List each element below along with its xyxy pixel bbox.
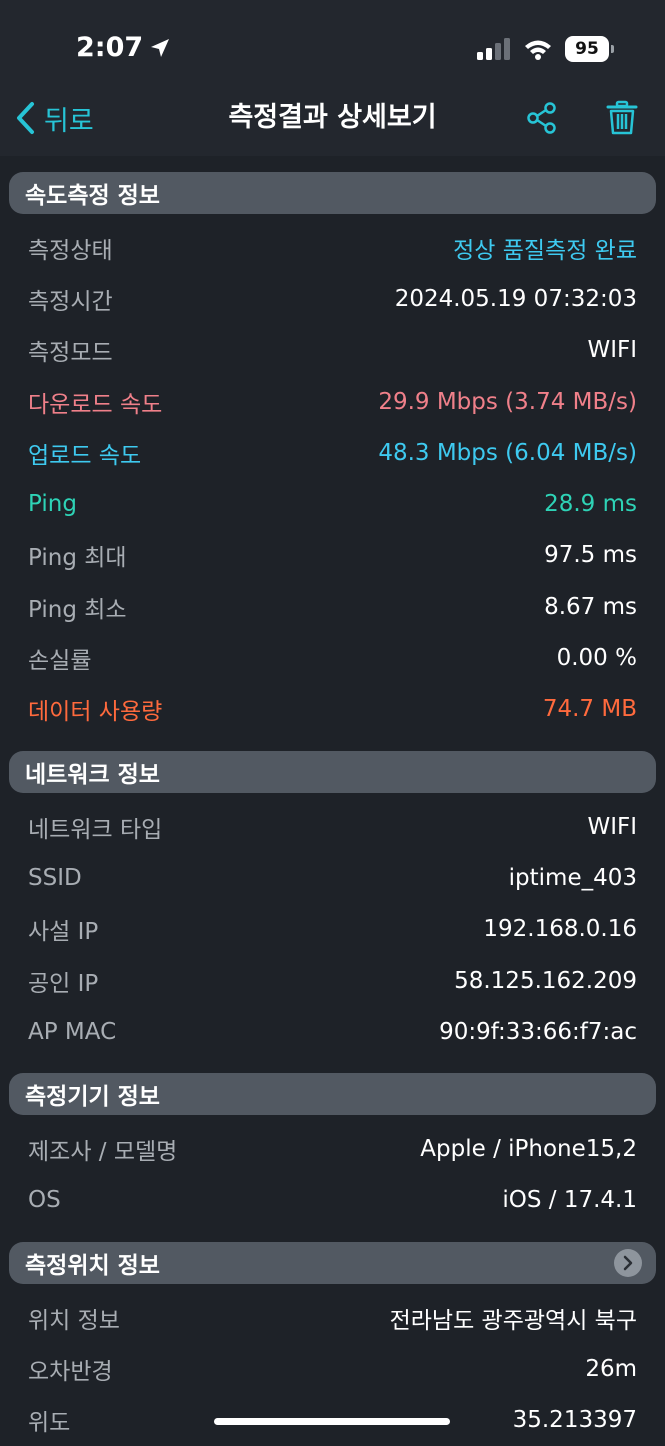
delete-button[interactable] xyxy=(604,100,640,136)
row-ping-min: Ping 최소 8.67 ms xyxy=(0,581,665,632)
chevron-right-icon[interactable] xyxy=(614,1249,642,1278)
row-value: 97.5 ms xyxy=(544,542,637,569)
share-icon xyxy=(527,102,556,134)
row-value: WIFI xyxy=(587,337,637,364)
row-value: 29.9 Mbps (3.74 MB/s) xyxy=(378,388,637,415)
section-title: 네트워크 정보 xyxy=(25,761,160,788)
row-public-ip: 공인 IP 58.125.162.209 xyxy=(0,955,665,1006)
row-mode: 측정모드 WIFI xyxy=(0,325,665,376)
row-label: AP MAC xyxy=(28,1018,117,1045)
row-manufacturer-model: 제조사 / 모델명 Apple / iPhone15,2 xyxy=(0,1123,665,1174)
speed-rows: 측정상태 정상 품질측정 완료 측정시간 2024.05.19 07:32:03… xyxy=(0,214,665,735)
status-bar: 2:07 95 xyxy=(0,0,665,96)
row-label: 데이터 사용량 xyxy=(28,699,163,726)
page-title: 측정결과 상세보기 xyxy=(228,102,437,133)
row-download-speed: 다운로드 속도 29.9 Mbps (3.74 MB/s) xyxy=(0,376,665,427)
home-indicator[interactable] xyxy=(214,1418,450,1425)
row-value: 74.7 MB xyxy=(542,696,637,723)
row-value: 48.3 Mbps (6.04 MB/s) xyxy=(378,439,637,466)
row-value: 전라남도 광주광역시 북구 xyxy=(389,1307,637,1334)
status-indicators: 95 xyxy=(477,36,614,62)
row-label: 공인 IP xyxy=(28,970,99,997)
trash-icon xyxy=(606,100,638,135)
row-label: 위도 xyxy=(28,1410,71,1437)
row-label: 업로드 속도 xyxy=(28,442,142,469)
row-label: 제조사 / 모델명 xyxy=(28,1139,178,1166)
row-label: Ping xyxy=(28,491,77,518)
row-ap-mac: AP MAC 90:9f:33:66:f7:ac xyxy=(0,1006,665,1057)
row-ssid: SSID iptime_403 xyxy=(0,852,665,903)
row-label: 측정모드 xyxy=(28,340,113,367)
status-time: 2:07 xyxy=(76,32,171,63)
battery-level: 95 xyxy=(575,39,599,59)
row-status: 측정상태 정상 품질측정 완료 xyxy=(0,222,665,273)
row-label: 위치 정보 xyxy=(28,1307,120,1334)
section-title: 측정위치 정보 xyxy=(25,1253,160,1280)
back-button[interactable]: 뒤로 xyxy=(14,96,94,140)
row-value: 2024.05.19 07:32:03 xyxy=(394,285,637,312)
row-ping: Ping 28.9 ms xyxy=(0,478,665,529)
row-upload-speed: 업로드 속도 48.3 Mbps (6.04 MB/s) xyxy=(0,427,665,478)
row-value: 0.00 % xyxy=(556,645,637,672)
row-label: 네트워크 타입 xyxy=(28,816,163,843)
location-arrow-icon xyxy=(151,38,170,57)
section-title: 측정기기 정보 xyxy=(25,1084,160,1111)
row-loss-rate: 손실률 0.00 % xyxy=(0,632,665,683)
wifi-icon xyxy=(525,40,551,60)
row-value: 90:9f:33:66:f7:ac xyxy=(439,1018,637,1045)
row-private-ip: 사설 IP 192.168.0.16 xyxy=(0,904,665,955)
row-ping-max: Ping 최대 97.5 ms xyxy=(0,530,665,581)
row-label: 오차반경 xyxy=(28,1358,113,1385)
row-value: iOS / 17.4.1 xyxy=(502,1187,637,1214)
detail-content[interactable]: 속도측정 정보 측정상태 정상 품질측정 완료 측정시간 2024.05.19 … xyxy=(0,156,665,1446)
row-value: 192.168.0.16 xyxy=(483,916,637,943)
battery-indicator: 95 xyxy=(565,36,614,62)
row-label: Ping 최소 xyxy=(28,596,127,623)
cellular-signal-icon xyxy=(477,38,510,60)
row-value: 58.125.162.209 xyxy=(454,967,637,994)
row-value: 8.67 ms xyxy=(544,593,637,620)
nav-bar: 측정결과 상세보기 뒤로 xyxy=(0,96,665,156)
section-header-location[interactable]: 측정위치 정보 xyxy=(9,1242,656,1285)
section-title: 속도측정 정보 xyxy=(25,183,160,209)
row-value: WIFI xyxy=(587,813,637,840)
row-label: Ping 최대 xyxy=(28,545,127,572)
row-value: 28.9 ms xyxy=(544,491,637,518)
row-label: 손실률 xyxy=(28,648,92,675)
device-rows: 제조사 / 모델명 Apple / iPhone15,2 OS iOS / 17… xyxy=(0,1115,665,1226)
chevron-left-icon xyxy=(17,102,34,134)
row-value: 정상 품질측정 완료 xyxy=(453,237,637,264)
row-value: 35.213397 xyxy=(512,1407,637,1434)
row-value: Apple / iPhone15,2 xyxy=(420,1136,637,1163)
share-button[interactable] xyxy=(524,100,560,136)
row-os: OS iOS / 17.4.1 xyxy=(0,1175,665,1226)
row-label: OS xyxy=(28,1187,61,1214)
row-label: 다운로드 속도 xyxy=(28,391,163,418)
status-time-label: 2:07 xyxy=(76,32,144,63)
row-label: SSID xyxy=(28,864,82,891)
row-network-type: 네트워크 타입 WIFI xyxy=(0,801,665,852)
section-header-network: 네트워크 정보 xyxy=(9,750,656,793)
row-error-radius: 오차반경 26m xyxy=(0,1343,665,1394)
row-label: 측정시간 xyxy=(28,288,113,315)
network-rows: 네트워크 타입 WIFI SSID iptime_403 사설 IP 192.1… xyxy=(0,793,665,1057)
section-header-device: 측정기기 정보 xyxy=(9,1073,656,1116)
row-time: 측정시간 2024.05.19 07:32:03 xyxy=(0,273,665,324)
row-label: 측정상태 xyxy=(28,237,113,264)
row-location: 위치 정보 전라남도 광주광역시 북구 xyxy=(0,1292,665,1343)
back-button-label: 뒤로 xyxy=(44,105,94,137)
section-header-speed: 속도측정 정보 xyxy=(9,172,656,214)
row-data-usage: 데이터 사용량 74.7 MB xyxy=(0,684,665,735)
row-label: 사설 IP xyxy=(28,919,99,946)
row-value: 26m xyxy=(585,1355,637,1382)
row-value: iptime_403 xyxy=(508,864,637,891)
